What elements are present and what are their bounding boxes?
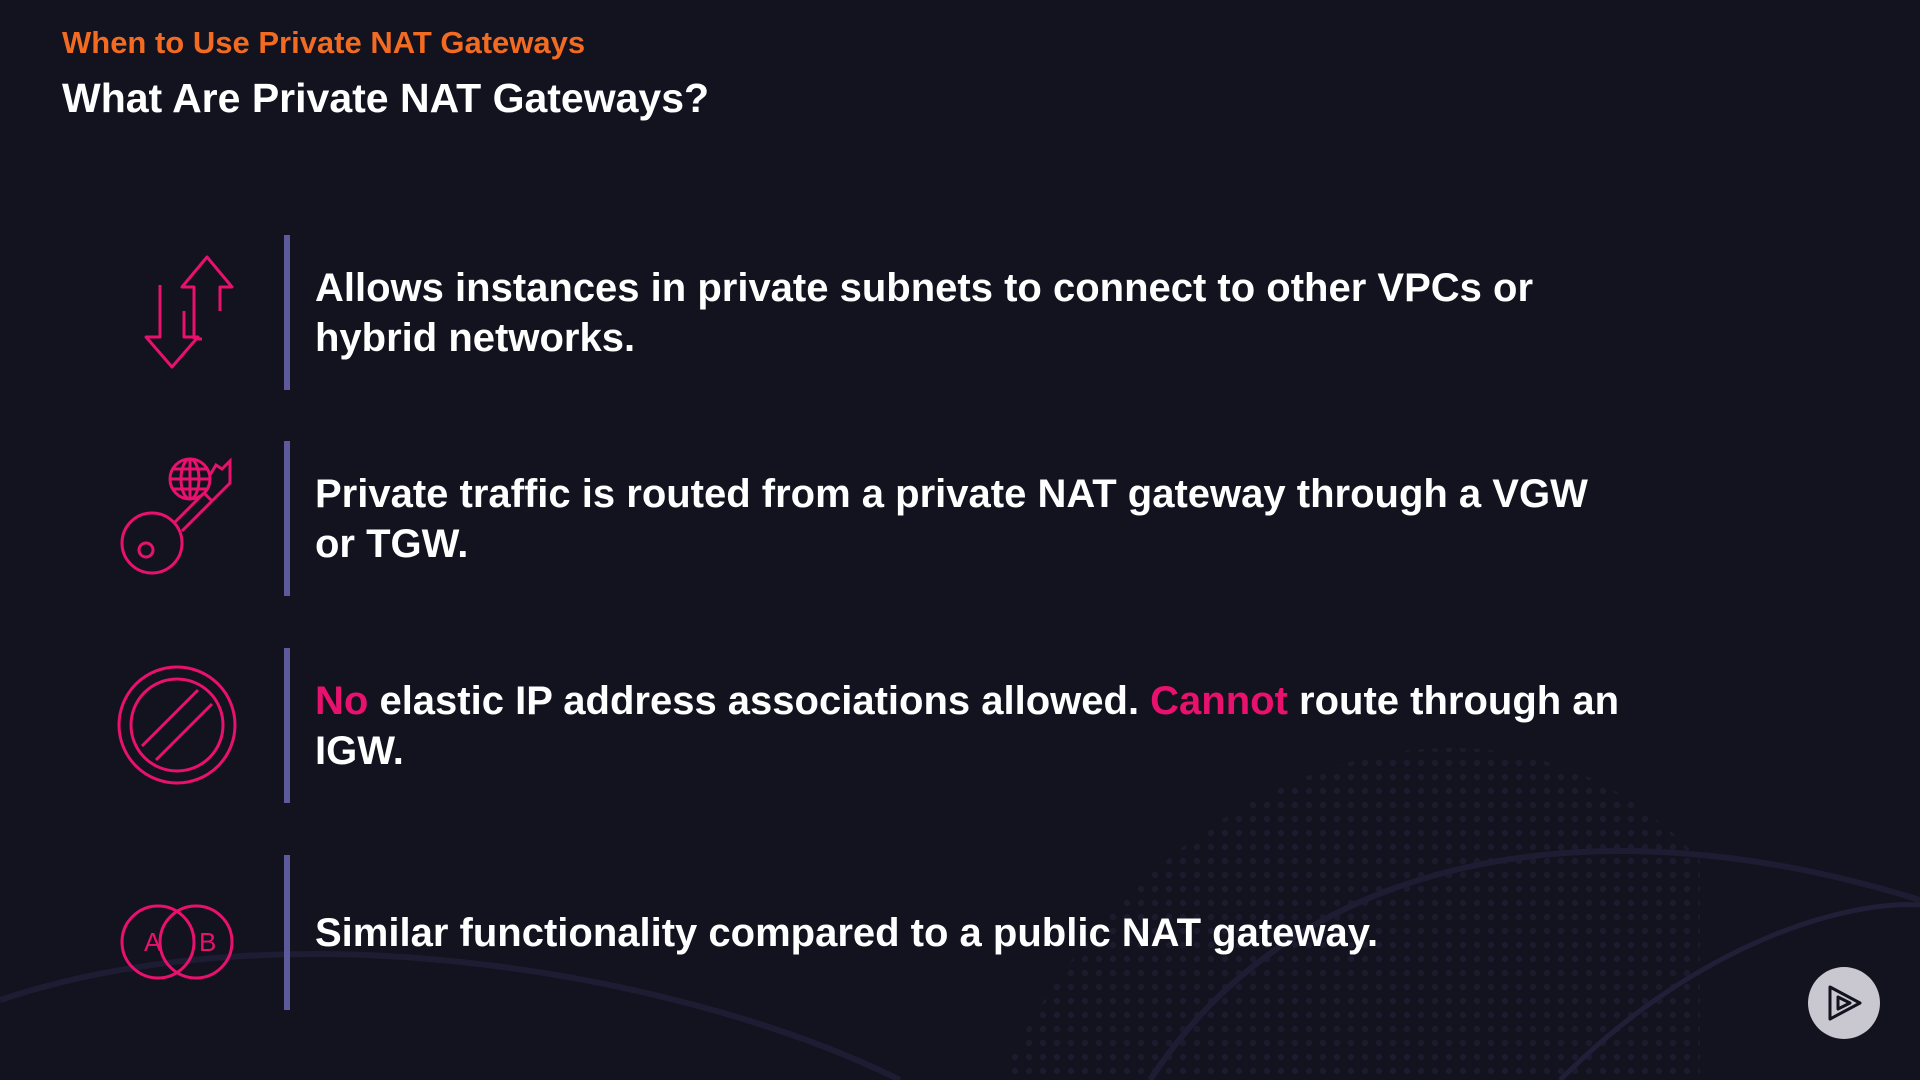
point-divider — [284, 855, 290, 1010]
point-text-4: Similar functionality compared to a publ… — [315, 910, 1379, 955]
point-text-2: Private traffic is routed from a private… — [315, 471, 1588, 566]
highlight-no: No — [315, 678, 369, 723]
section-title: When to Use Private NAT Gateways — [62, 25, 586, 60]
highlight-cannot: Cannot — [1150, 678, 1288, 723]
point-row-1: Allows instances in private subnets to c… — [0, 235, 1700, 390]
up-down-arrows-icon — [112, 247, 242, 377]
point-text-1: Allows instances in private subnets to c… — [315, 265, 1534, 360]
point-text-3: No elastic IP address associations allow… — [315, 676, 1635, 776]
point-divider — [284, 441, 290, 596]
slide-title: What Are Private NAT Gateways? — [62, 75, 710, 121]
point-row-3: No elastic IP address associations allow… — [0, 648, 1700, 803]
globe-key-icon — [112, 453, 242, 583]
prohibited-icon — [112, 660, 242, 790]
venn-ab-icon: A B — [112, 867, 242, 997]
point-divider — [284, 235, 290, 390]
slide-header: When to Use Private NAT Gateways What Ar… — [62, 24, 709, 124]
point-text: Similar functionality compared to a publ… — [315, 855, 1635, 1010]
point-text: Private traffic is routed from a private… — [315, 441, 1635, 596]
pluralsight-play-icon — [1828, 985, 1862, 1021]
venn-label-b: B — [199, 927, 216, 957]
venn-label-a: A — [144, 927, 162, 957]
point-divider — [284, 648, 290, 803]
play-button[interactable] — [1808, 967, 1880, 1039]
point-text: Allows instances in private subnets to c… — [315, 235, 1635, 390]
point-row-2: Private traffic is routed from a private… — [0, 441, 1700, 596]
point-text: No elastic IP address associations allow… — [315, 648, 1635, 803]
point-row-4: A B Similar functionality compared to a … — [0, 855, 1700, 1010]
point-text-3a: elastic IP address associations allowed. — [368, 678, 1151, 723]
